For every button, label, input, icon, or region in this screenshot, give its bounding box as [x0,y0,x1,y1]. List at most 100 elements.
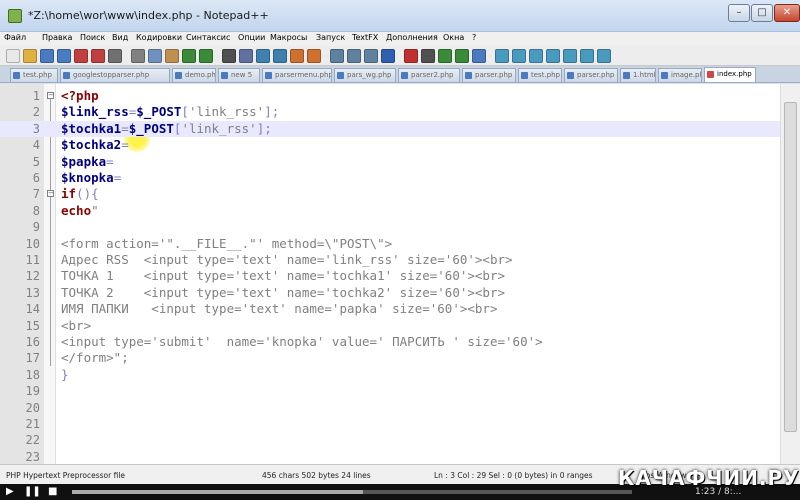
menu-item-10[interactable]: Дополнения [386,33,438,42]
zoom-out-icon[interactable] [273,49,287,63]
tab-11[interactable]: image.php [658,68,702,82]
fold-toggle-icon[interactable]: − [47,92,54,99]
func-list-icon[interactable] [563,49,577,63]
lang-icon[interactable] [381,49,395,63]
save-icon[interactable] [40,49,54,63]
menu-item-7[interactable]: Макросы [270,33,307,42]
new-file-icon[interactable] [6,49,20,63]
code-line[interactable]: 12 ТОЧКА 1 <input type='text' name='tochk… [0,268,800,284]
record-macro-icon[interactable] [404,49,418,63]
sync-v-icon[interactable] [290,49,304,63]
code-line[interactable]: 14 ИМЯ ПАПКИ <input type='text' name='pap… [0,301,800,317]
menu-bar: Файл Правка Поиск Вид Кодировки Синтаксис Опци… [0,32,800,46]
code-line[interactable]: 15 <br> [0,318,800,334]
code-line[interactable]: 19 [0,383,800,399]
code-line[interactable]: 11 Адрес RSS <input type='text' name='lin… [0,252,800,268]
tab-5[interactable]: pars_wg.php [334,68,396,82]
code-line[interactable]: 5 $papka= [0,154,800,170]
code-line[interactable]: 21 [0,416,800,432]
code-line[interactable]: 7− if(){ [0,186,800,202]
tab-9[interactable]: parser.php [564,68,618,82]
fold-toggle-icon[interactable]: − [47,190,54,198]
plugin-icon[interactable] [597,49,611,63]
code-line[interactable]: 1− <?php [0,88,800,104]
doc-map-icon[interactable] [546,49,560,63]
menu-item-11[interactable]: Окна [443,33,464,42]
stop-macro-icon[interactable] [421,49,435,63]
code-line[interactable]: 17 </form>"; [0,350,800,366]
wrap-icon[interactable] [330,49,344,63]
code-line[interactable]: 3 $tochka1=$_POST['link_rss']; [0,120,800,138]
compare-icon[interactable] [529,49,543,63]
tab-10[interactable]: 1.html [620,68,656,82]
code-line[interactable]: 6 $knopka= [0,170,800,186]
zoom-in-icon[interactable] [256,49,270,63]
save-macro-icon[interactable] [472,49,486,63]
redo-icon[interactable] [199,49,213,63]
play-macro-icon[interactable] [438,49,452,63]
close-all-icon[interactable] [91,49,105,63]
tab-7[interactable]: parser.php [462,68,516,82]
seek-bar[interactable] [72,490,632,494]
line-number: 23 [25,449,40,464]
tab-6[interactable]: parser2.php [398,68,460,82]
open-file-icon[interactable] [23,49,37,63]
code-line[interactable]: 16 <input type='submit' name='knopka' val… [0,334,800,350]
sync-h-icon[interactable] [307,49,321,63]
close-icon[interactable] [74,49,88,63]
tab-3[interactable]: new 5 [218,68,260,82]
scrollbar-thumb[interactable] [784,102,797,432]
maximize-button[interactable]: □ [751,4,773,22]
status-position: Ln : 3 Col : 29 Sel : 0 (0 bytes) in 0 r… [434,471,593,480]
code-line[interactable]: 18} [0,367,800,383]
run-macro-icon[interactable] [455,49,469,63]
menu-item-6[interactable]: Опции [238,33,265,42]
vertical-scrollbar[interactable] [780,84,800,464]
minimize-button[interactable]: – [728,4,750,22]
tab-4[interactable]: parsermenu.php [262,68,332,82]
tab-0[interactable]: test.php [10,68,58,82]
code-line[interactable]: 23 [0,449,800,464]
stop-button[interactable]: ■ [48,486,57,498]
replace-icon[interactable] [239,49,253,63]
tab-2[interactable]: demo.php [172,68,216,82]
code-line[interactable]: 4 $tochka2= [0,137,800,153]
code-line[interactable]: 2 $link_rss=$_POST['link_rss']; [0,104,800,120]
play-button[interactable]: ▶ [6,486,14,498]
tab-12[interactable]: index.php [704,67,756,82]
code-editor[interactable]: 1− <?php 2 $link_rss=$_POST['link_rss']; 3 $t… [0,84,800,464]
paste-icon[interactable] [165,49,179,63]
close-window-button[interactable]: ✕ [774,4,800,22]
menu-item-0[interactable]: Файл [4,33,26,42]
undo-icon[interactable] [182,49,196,63]
menu-item-12[interactable]: ? [472,33,476,42]
menu-item-5[interactable]: Синтаксис [186,33,230,42]
menu-item-4[interactable]: Кодировки [136,33,182,42]
code-line[interactable]: 22 [0,432,800,448]
pause-button[interactable]: ❚❚ [24,486,41,498]
find-icon[interactable] [222,49,236,63]
monitor-icon[interactable] [580,49,594,63]
all-chars-icon[interactable] [347,49,361,63]
code-line[interactable]: 13 ТОЧКА 2 <input type='text' name='tochk… [0,285,800,301]
menu-item-1[interactable]: Правка [42,33,72,42]
tab-1[interactable]: googlestopparser.php [60,68,170,82]
tab-bar: test.php googlestopparser.php demo.php new … [0,66,800,83]
indent-guide-icon[interactable] [364,49,378,63]
trim-icon[interactable] [495,49,509,63]
code-line[interactable]: 9 [0,219,800,235]
print-icon[interactable] [108,49,122,63]
spell-icon[interactable] [512,49,526,63]
menu-item-2[interactable]: Поиск [80,33,105,42]
code-line[interactable]: 8 echo" [0,203,800,219]
tab-8[interactable]: test.php [518,68,562,82]
code-line[interactable]: 20 [0,400,800,416]
menu-item-9[interactable]: TextFX [352,33,378,42]
menu-item-3[interactable]: Вид [112,33,128,42]
cut-icon[interactable] [131,49,145,63]
menu-item-8[interactable]: Запуск [316,33,345,42]
save-all-icon[interactable] [57,49,71,63]
copy-icon[interactable] [148,49,162,63]
line-number: 9 [32,220,40,235]
code-line[interactable]: 10 <form action='".__FILE__."' method=\"P… [0,236,800,252]
